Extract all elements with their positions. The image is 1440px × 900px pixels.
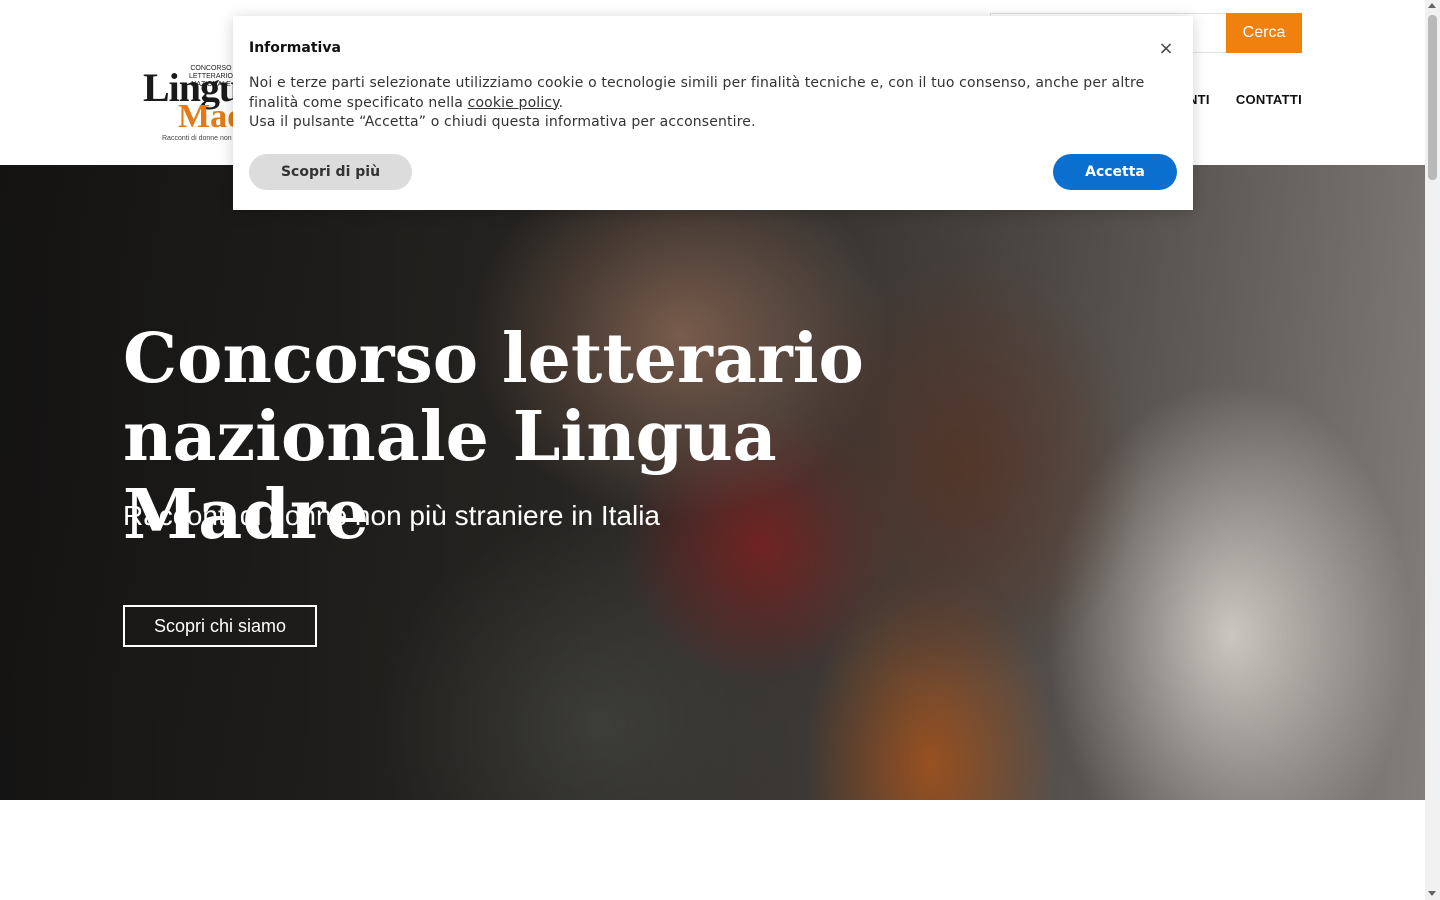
nav-item-contatti[interactable]: CONTATTI xyxy=(1236,92,1302,107)
scroll-down-arrow-icon[interactable] xyxy=(1428,891,1436,896)
scroll-up-arrow-icon[interactable] xyxy=(1428,3,1436,8)
cookie-policy-link[interactable]: cookie policy xyxy=(468,95,559,111)
page-scrollbar[interactable] xyxy=(1425,0,1440,900)
discover-about-button[interactable]: Scopri chi siamo xyxy=(123,605,317,647)
cookie-text-line2: Usa il pulsante “Accetta” o chiudi quest… xyxy=(249,114,756,130)
cookie-dialog-text: Noi e terze parti selezionate utilizziam… xyxy=(249,74,1149,133)
close-icon[interactable]: × xyxy=(1157,40,1175,58)
scrollbar-thumb[interactable] xyxy=(1428,15,1437,180)
cookie-text-part2: . xyxy=(558,94,564,111)
cookie-dialog-title: Informativa xyxy=(249,40,341,56)
search-button[interactable]: Cerca xyxy=(1226,13,1302,53)
hero-subtitle: Racconti di donne non più straniere in I… xyxy=(123,500,661,531)
cookie-consent-dialog: Informativa × Noi e terze parti selezion… xyxy=(233,16,1193,210)
cookie-text-part1: Noi e terze parti selezionate utilizziam… xyxy=(249,75,1145,111)
accept-button[interactable]: Accetta xyxy=(1053,154,1177,190)
hero-banner: Concorso letterario nazionale Lingua Mad… xyxy=(0,165,1425,800)
learn-more-button[interactable]: Scopri di più xyxy=(249,154,412,190)
